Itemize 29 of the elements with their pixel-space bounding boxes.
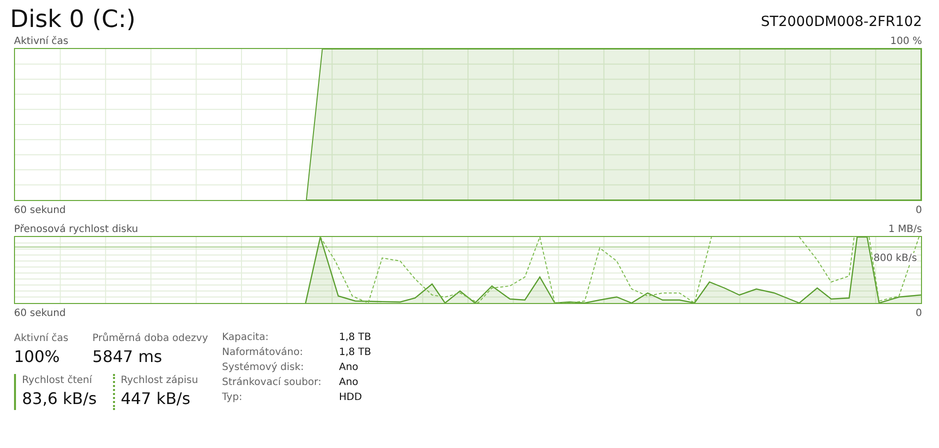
chart-label: Přenosová rychlost disku <box>14 224 138 234</box>
stat-label: Průměrná doba odezvy <box>92 332 208 346</box>
disk-model: ST2000DM008-2FR102 <box>760 14 922 32</box>
chart-label: Aktivní čas <box>14 36 68 46</box>
property-value: HDD <box>339 392 363 403</box>
property-value: 1,8 TB <box>339 347 372 358</box>
stat-value: 5847 ms <box>92 346 164 368</box>
time-span-label: 60 sekund <box>14 204 66 216</box>
stat-label: Aktivní čas <box>14 332 68 346</box>
stat-label: Rychlost zápisu <box>120 374 198 388</box>
stat-label: Rychlost čtení <box>22 374 94 388</box>
axis-max-label: 1 MB/s <box>888 224 922 234</box>
property-label: Typ: <box>222 392 244 403</box>
rate-marker-label: 800 kB/s <box>874 253 917 264</box>
time-span-label: 60 sekund <box>14 308 66 318</box>
axis-min-label: 0 <box>916 204 922 216</box>
property-label: Stránkovací soubor: <box>222 377 322 388</box>
axis-min-label: 0 <box>916 308 922 318</box>
stat-value: 447 kB/s <box>120 388 192 410</box>
property-value: Ano <box>339 362 360 373</box>
property-label: Systémový disk: <box>222 362 305 373</box>
property-value: Ano <box>339 377 360 388</box>
stat-value: 83,6 kB/s <box>22 388 97 410</box>
property-label: Naformátováno: <box>222 347 304 358</box>
property-label: Kapacita: <box>222 332 270 343</box>
disk-title: Disk 0 (C:) <box>10 4 136 34</box>
axis-max-label: 100 % <box>890 36 922 46</box>
property-value: 1,8 TB <box>339 332 372 343</box>
stat-value: 100% <box>14 346 61 368</box>
